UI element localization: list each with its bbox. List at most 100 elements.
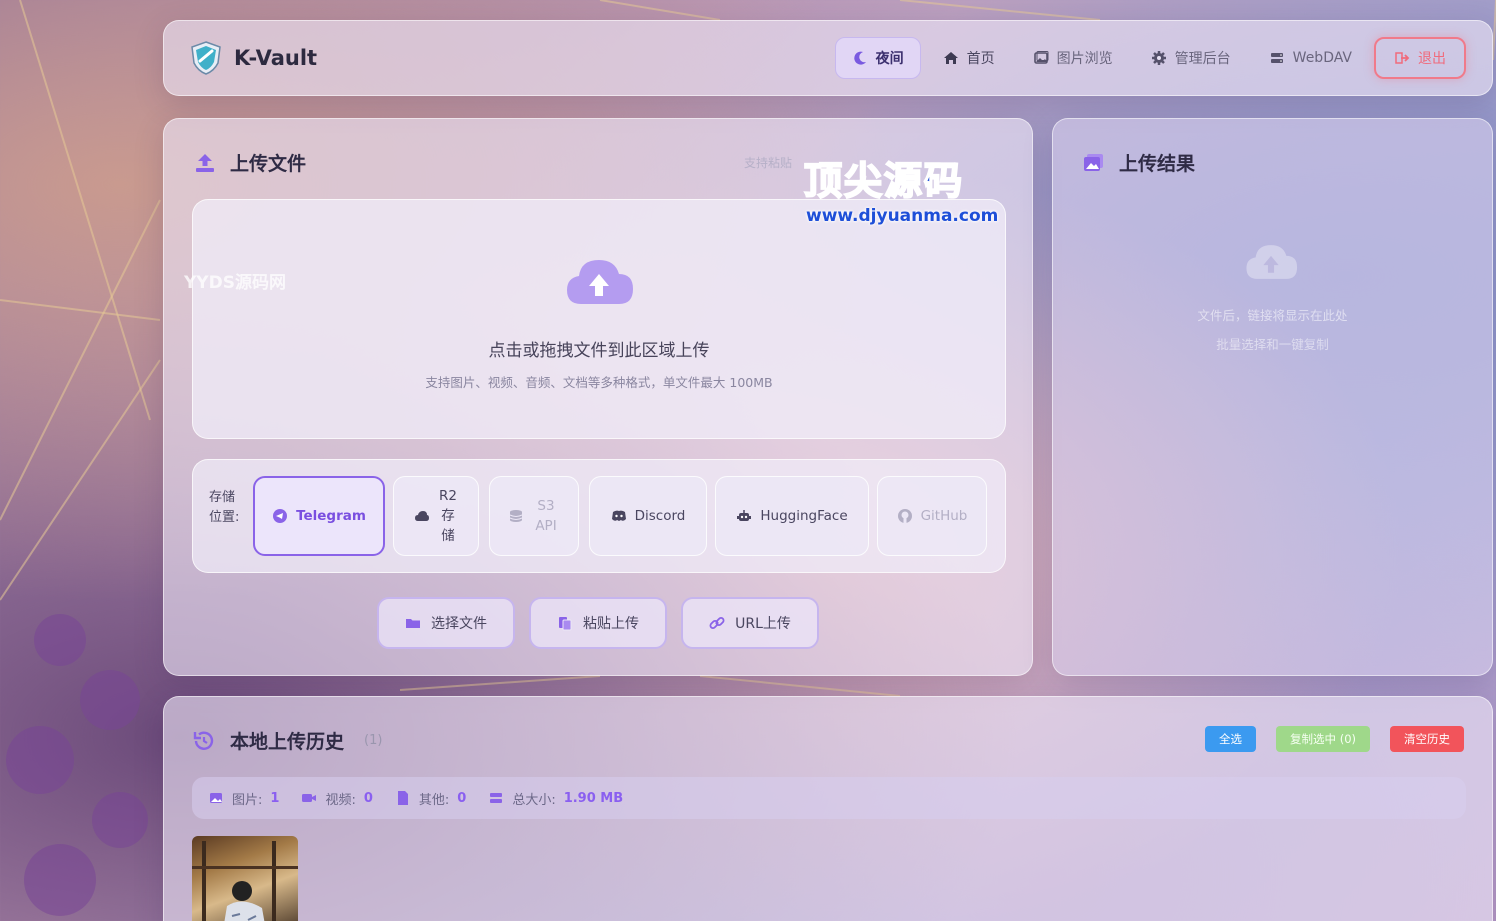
image-icon [1033, 51, 1049, 64]
storage-option-label: HuggingFace [760, 508, 848, 524]
cloud-upload-icon [1246, 245, 1298, 279]
result-title-text: 上传结果 [1119, 153, 1196, 175]
cloud-icon [415, 511, 429, 521]
shield-logo-icon [191, 41, 221, 75]
telegram-icon [273, 509, 288, 523]
url-upload-label: URL上传 [735, 616, 791, 632]
storage-label: 存储位置: [209, 490, 240, 525]
stat-videos-label: 视频: [325, 792, 356, 808]
thumbnail-image [192, 841, 298, 921]
file-icon [397, 791, 408, 805]
result-empty-text: 文件后，链接将显示在此处 [1197, 308, 1348, 323]
stat-others-value: 0 [457, 790, 467, 806]
result-panel: 上传结果 文件后，链接将显示在此处 批量选择和一键复制 [1052, 118, 1493, 676]
night-mode-label: 夜间 [875, 51, 904, 67]
stat-size: 总大小: 1.90 MB [488, 789, 623, 808]
select-all-button[interactable]: 全选 [1205, 726, 1257, 752]
storage-option-huggingface[interactable]: HuggingFace [715, 476, 869, 556]
copy-selected-button[interactable]: 复制选中 (0) [1276, 726, 1370, 752]
nav-webdav-label: WebDAV [1292, 50, 1352, 66]
history-title: 本地上传历史 (1) [192, 727, 382, 754]
nav-menu: 夜间 首页 图片浏览 管理后台 WebDAV 退出 [834, 37, 1466, 79]
upload-hint: 支持粘贴 [744, 156, 793, 170]
storage-option-discord[interactable]: Discord [589, 476, 707, 556]
cloud-upload-icon [567, 260, 633, 304]
history-icon [193, 731, 214, 750]
upload-title: 上传文件 [194, 149, 306, 176]
night-mode-button[interactable]: 夜间 [834, 37, 921, 79]
video-icon [302, 794, 317, 802]
upload-icon [196, 153, 214, 172]
logout-label: 退出 [1418, 51, 1446, 67]
storage-option-label: GitHub [920, 508, 968, 524]
stat-others: 其他: 0 [395, 789, 466, 808]
storage-option-label: Telegram [296, 508, 366, 524]
upload-title-text: 上传文件 [230, 153, 307, 175]
brand-watermark-text: 顶尖源码 [803, 158, 965, 204]
stat-images-value: 1 [270, 790, 280, 806]
select-file-label: 选择文件 [431, 616, 487, 632]
stat-images: 图片: 1 [208, 789, 279, 808]
stat-size-label: 总大小: [512, 792, 556, 808]
history-title-text: 本地上传历史 [230, 731, 345, 753]
paste-upload-button[interactable]: 粘贴上传 [529, 597, 667, 649]
storage-option-github[interactable]: GitHub [877, 476, 987, 556]
images-icon [1084, 153, 1103, 171]
navbar: K-Vault 夜间 首页 图片浏览 管理后台 WebDAV 退出 [163, 20, 1493, 96]
storage-option-r2[interactable]: R2存储 [393, 476, 479, 556]
app-logo[interactable]: K-Vault [190, 41, 317, 75]
dropzone-subtitle: 支持图片、视频、音频、文档等多种格式，单文件最大 100MB [425, 375, 773, 390]
home-icon [943, 52, 958, 64]
discord-icon [611, 510, 626, 521]
history-stats: 图片: 1 视频: 0 其他: 0 总大小: 1.90 MB [192, 777, 1466, 819]
folder-icon [406, 619, 420, 628]
moon-icon [853, 51, 866, 65]
yyds-watermark: YYDS源码网 [184, 273, 286, 293]
storage-option-label: R2存储 [439, 488, 457, 544]
stat-videos-value: 0 [363, 790, 373, 806]
result-empty-subtext: 批量选择和一键复制 [1216, 337, 1329, 352]
history-panel: 本地上传历史 (1) 全选 复制选中 (0) 清空历史 图片: 1 视频: 0 … [163, 696, 1493, 921]
logout-button[interactable]: 退出 [1374, 37, 1466, 79]
storage-icon [490, 793, 503, 803]
stat-others-label: 其他: [418, 792, 450, 808]
nav-home-label: 首页 [966, 51, 995, 67]
nav-home[interactable]: 首页 [927, 37, 1011, 79]
image-icon [210, 793, 222, 803]
clear-history-button[interactable]: 清空历史 [1390, 726, 1464, 752]
robot-icon [737, 510, 752, 521]
storage-option-s3[interactable]: S3 API [489, 476, 579, 556]
upload-actions: 选择文件 粘贴上传 URL上传 [377, 597, 819, 649]
gear-icon [1151, 51, 1166, 65]
dropzone[interactable]: 点击或拖拽文件到此区域上传 支持图片、视频、音频、文档等多种格式，单文件最大 1… [192, 199, 1006, 439]
stat-videos: 视频: 0 [301, 789, 373, 808]
logout-icon [1395, 52, 1410, 64]
stat-images-label: 图片: [232, 792, 263, 808]
storage-option-label: S3 API [535, 498, 557, 534]
result-title: 上传结果 [1083, 149, 1195, 176]
storage-option-label: Discord [634, 508, 686, 524]
storage-selector: 存储位置: Telegram R2存储 S3 API Discord Huggi… [192, 459, 1006, 573]
dropzone-title: 点击或拖拽文件到此区域上传 [488, 341, 710, 361]
nav-gallery[interactable]: 图片浏览 [1017, 37, 1129, 79]
github-icon [897, 509, 912, 523]
site-watermark: www.djyuanma.com [806, 206, 999, 226]
nav-admin[interactable]: 管理后台 [1135, 37, 1247, 79]
history-count: (1) [364, 733, 383, 748]
link-icon [709, 617, 725, 629]
select-file-button[interactable]: 选择文件 [377, 597, 515, 649]
paste-icon [559, 617, 572, 631]
database-icon [509, 510, 523, 522]
nav-webdav[interactable]: WebDAV [1253, 37, 1368, 79]
nav-gallery-label: 图片浏览 [1056, 51, 1113, 67]
server-icon [1270, 53, 1283, 63]
brand-watermark: 顶尖源码 [803, 150, 986, 204]
storage-option-telegram[interactable]: Telegram [253, 476, 385, 556]
history-buttons: 全选 复制选中 (0) 清空历史 [1205, 726, 1464, 752]
app-title: K-Vault [234, 46, 318, 70]
history-thumbnail[interactable] [192, 836, 298, 921]
paste-upload-label: 粘贴上传 [583, 616, 639, 632]
stat-size-value: 1.90 MB [563, 790, 624, 806]
url-upload-button[interactable]: URL上传 [681, 597, 819, 649]
nav-admin-label: 管理后台 [1174, 51, 1231, 67]
